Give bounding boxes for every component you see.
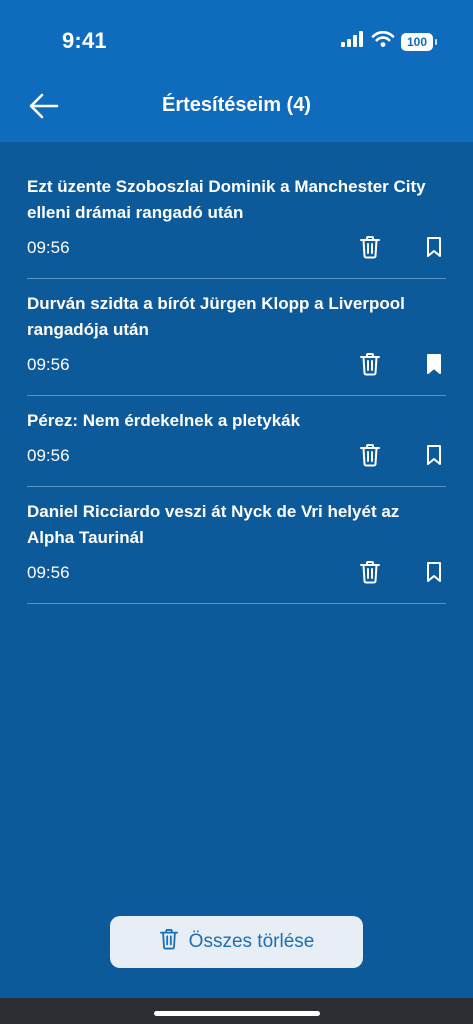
notification-item[interactable]: Pérez: Nem érdekelnek a pletykák 09:56 bbox=[27, 396, 446, 487]
battery-level: 100 bbox=[406, 34, 428, 49]
bookmark-button[interactable] bbox=[421, 444, 447, 470]
bookmark-icon bbox=[425, 236, 443, 263]
bookmark-icon bbox=[425, 561, 443, 588]
battery-icon: 100 bbox=[401, 32, 437, 51]
delete-button[interactable] bbox=[357, 443, 383, 472]
notification-time: 09:56 bbox=[27, 446, 70, 465]
delete-button[interactable] bbox=[357, 352, 383, 381]
bookmark-icon bbox=[425, 444, 443, 471]
notification-item[interactable]: Ezt üzente Szoboszlai Dominik a Manchest… bbox=[27, 162, 446, 279]
notification-time: 09:56 bbox=[27, 563, 70, 582]
notification-time: 09:56 bbox=[27, 355, 70, 374]
home-indicator[interactable] bbox=[154, 1011, 320, 1016]
bookmark-button[interactable] bbox=[421, 561, 447, 587]
delete-button[interactable] bbox=[357, 560, 383, 589]
signal-icon bbox=[341, 31, 365, 52]
notification-item[interactable]: Daniel Ricciardo veszi át Nyck de Vri he… bbox=[27, 487, 446, 604]
trash-icon bbox=[159, 927, 179, 957]
status-bar: 9:41 100 bbox=[0, 0, 473, 80]
page-title: Értesítéseim (4) bbox=[162, 94, 311, 116]
notification-item[interactable]: Durván szidta a bírót Jürgen Klopp a Liv… bbox=[27, 279, 446, 396]
bookmark-button[interactable] bbox=[421, 236, 447, 262]
notification-list: Ezt üzente Szoboszlai Dominik a Manchest… bbox=[27, 162, 446, 604]
bookmark-button[interactable] bbox=[421, 353, 447, 379]
app-header: 9:41 100 Értesítéseim (4) bbox=[0, 0, 473, 142]
delete-all-button[interactable]: Összes törlése bbox=[110, 916, 363, 968]
notification-title[interactable]: Ezt üzente Szoboszlai Dominik a Manchest… bbox=[27, 162, 446, 226]
trash-icon bbox=[359, 235, 381, 264]
trash-icon bbox=[359, 352, 381, 381]
notification-title[interactable]: Daniel Ricciardo veszi át Nyck de Vri he… bbox=[27, 487, 446, 551]
notification-title[interactable]: Pérez: Nem érdekelnek a pletykák bbox=[27, 396, 446, 434]
status-icons: 100 bbox=[341, 30, 437, 53]
delete-button[interactable] bbox=[357, 235, 383, 264]
trash-icon bbox=[359, 560, 381, 589]
notification-time: 09:56 bbox=[27, 238, 70, 257]
delete-all-label: Összes törlése bbox=[188, 931, 315, 952]
status-time: 9:41 bbox=[62, 28, 107, 53]
bookmark-filled-icon bbox=[425, 353, 443, 380]
wifi-icon bbox=[371, 30, 395, 53]
notification-title[interactable]: Durván szidta a bírót Jürgen Klopp a Liv… bbox=[27, 279, 446, 343]
trash-icon bbox=[359, 443, 381, 472]
